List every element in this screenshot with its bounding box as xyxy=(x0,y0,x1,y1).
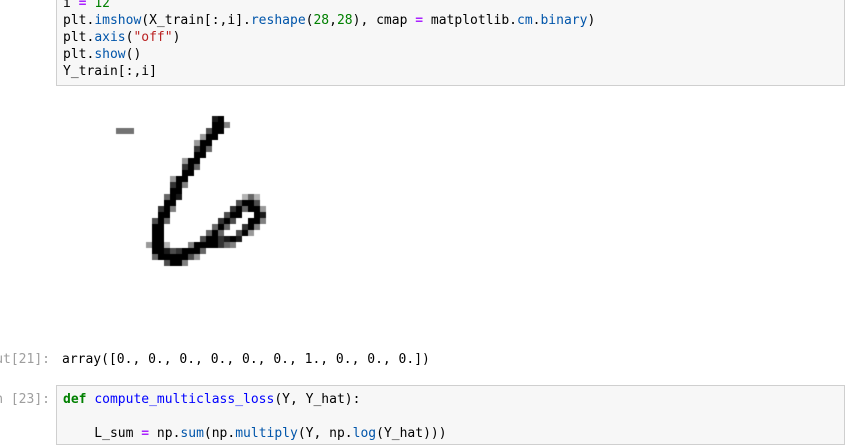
code-line: L_sum = np.sum(np.multiply(Y, np.log(Y_h… xyxy=(63,426,447,441)
code-line: i = 12 xyxy=(63,0,110,11)
output-text: array([0., 0., 0., 0., 0., 0., 1., 0., 0… xyxy=(62,352,430,367)
code-line: plt.imshow(X_train[:,i].reshape(28,28), … xyxy=(63,13,596,28)
code-line: plt.axis("off") xyxy=(63,30,181,45)
mnist-digit-image xyxy=(90,96,270,276)
output-prompt: Out[21]: xyxy=(0,352,50,367)
code-line: def compute_multiclass_loss(Y, Y_hat): xyxy=(63,392,361,407)
code-line: plt.show() xyxy=(63,47,142,62)
code-cell-input-23[interactable]: def compute_multiclass_loss(Y, Y_hat): L… xyxy=(56,385,845,445)
input-prompt: In [23]: xyxy=(0,392,50,407)
code-cell-input[interactable]: i = 12 plt.imshow(X_train[:,i].reshape(28… xyxy=(56,0,845,86)
code-line: Y_train[:,i] xyxy=(63,64,157,79)
